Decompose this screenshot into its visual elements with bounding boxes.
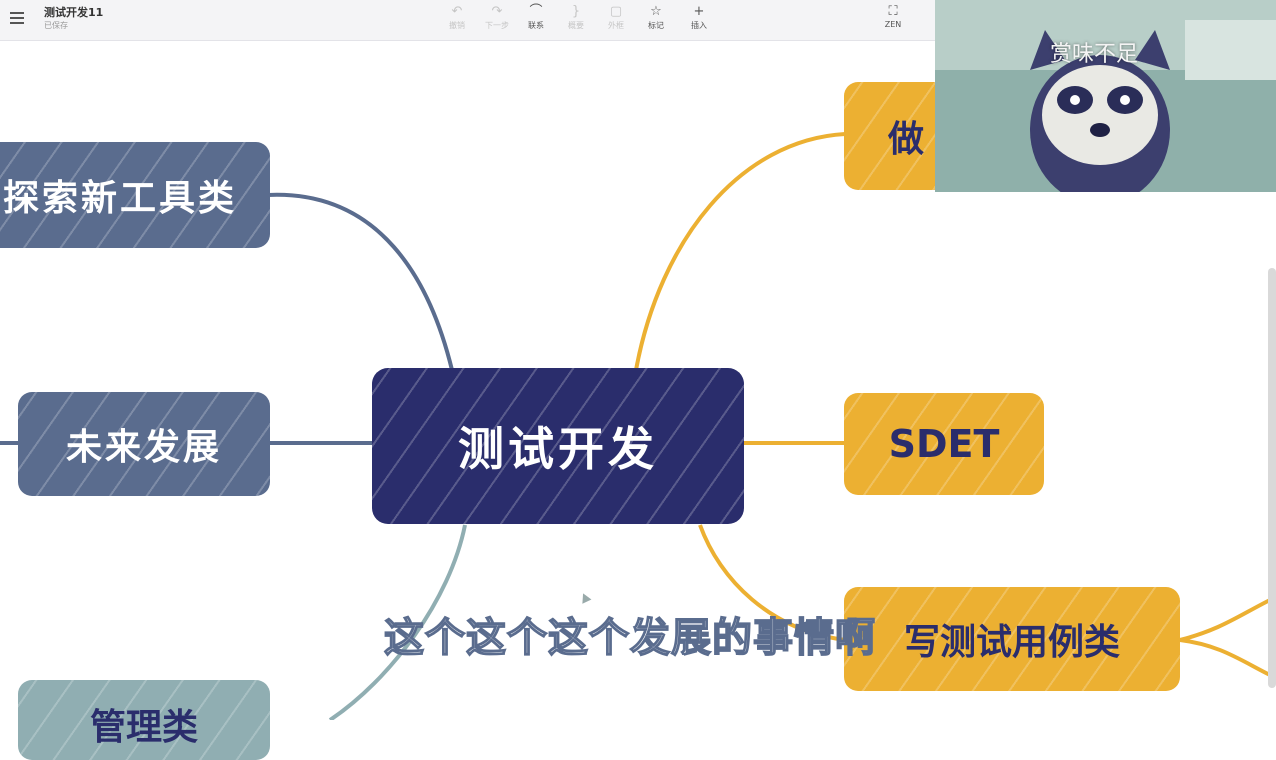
root-node[interactable]: 测试开发 bbox=[372, 368, 744, 524]
relationship-icon: ⌒ bbox=[529, 4, 543, 19]
node-management[interactable]: 管理类 bbox=[18, 680, 270, 760]
node-label: 未来发展 bbox=[65, 427, 222, 468]
node-label: 管理类 bbox=[89, 707, 198, 748]
redo-icon: ↷ bbox=[491, 4, 503, 19]
redo-label: 下一步 bbox=[485, 21, 509, 30]
node-label: SDET bbox=[888, 422, 1000, 466]
star-icon: ☆ bbox=[650, 4, 662, 19]
raccoon-image bbox=[935, 0, 1276, 192]
node-label: 写测试用例类 bbox=[903, 622, 1120, 663]
relationship-label: 联系 bbox=[528, 21, 544, 30]
plus-icon: + bbox=[693, 4, 705, 19]
zen-mode-button[interactable]: ⛶ ZEN bbox=[876, 3, 910, 35]
undo-button[interactable]: ↶ 撤销 bbox=[440, 3, 474, 35]
root-label: 测试开发 bbox=[458, 422, 658, 476]
redo-button[interactable]: ↷ 下一步 bbox=[480, 3, 514, 35]
vertical-scrollbar[interactable] bbox=[1268, 268, 1276, 688]
insert-button[interactable]: + 插入 bbox=[682, 3, 716, 35]
boundary-button[interactable]: ▢ 外框 bbox=[599, 3, 633, 35]
node-label: 做 bbox=[888, 119, 925, 160]
document-title[interactable]: 测试开发11 bbox=[44, 4, 103, 20]
zen-label: ZEN bbox=[884, 20, 902, 29]
marker-button[interactable]: ☆ 标记 bbox=[639, 3, 673, 35]
summary-icon: } bbox=[571, 4, 581, 19]
boundary-label: 外框 bbox=[608, 21, 624, 30]
marker-label: 标记 bbox=[648, 21, 664, 30]
summary-label: 概要 bbox=[568, 21, 584, 30]
undo-label: 撤销 bbox=[449, 21, 465, 30]
summary-button[interactable]: } 概要 bbox=[559, 3, 593, 35]
node-explore-tools[interactable]: 探索新工具类 bbox=[0, 142, 270, 248]
node-write-test-cases[interactable]: 写测试用例类 bbox=[844, 587, 1180, 691]
node-label: 探索新工具类 bbox=[2, 178, 237, 219]
relationship-button[interactable]: ⌒ 联系 bbox=[519, 3, 553, 35]
node-sdet[interactable]: SDET bbox=[844, 393, 1044, 495]
fullscreen-icon: ⛶ bbox=[888, 4, 898, 19]
menu-icon[interactable] bbox=[10, 12, 24, 24]
save-status: 已保存 bbox=[44, 21, 68, 30]
insert-label: 插入 bbox=[691, 21, 707, 30]
boundary-icon: ▢ bbox=[609, 4, 623, 19]
channel-watermark: 赏味不足 bbox=[1050, 42, 1139, 67]
webcam-overlay bbox=[935, 0, 1276, 192]
undo-icon: ↶ bbox=[451, 4, 463, 19]
node-future-development[interactable]: 未来发展 bbox=[18, 392, 270, 496]
video-subtitle: 这个这个这个发展的事情啊 bbox=[383, 614, 876, 662]
